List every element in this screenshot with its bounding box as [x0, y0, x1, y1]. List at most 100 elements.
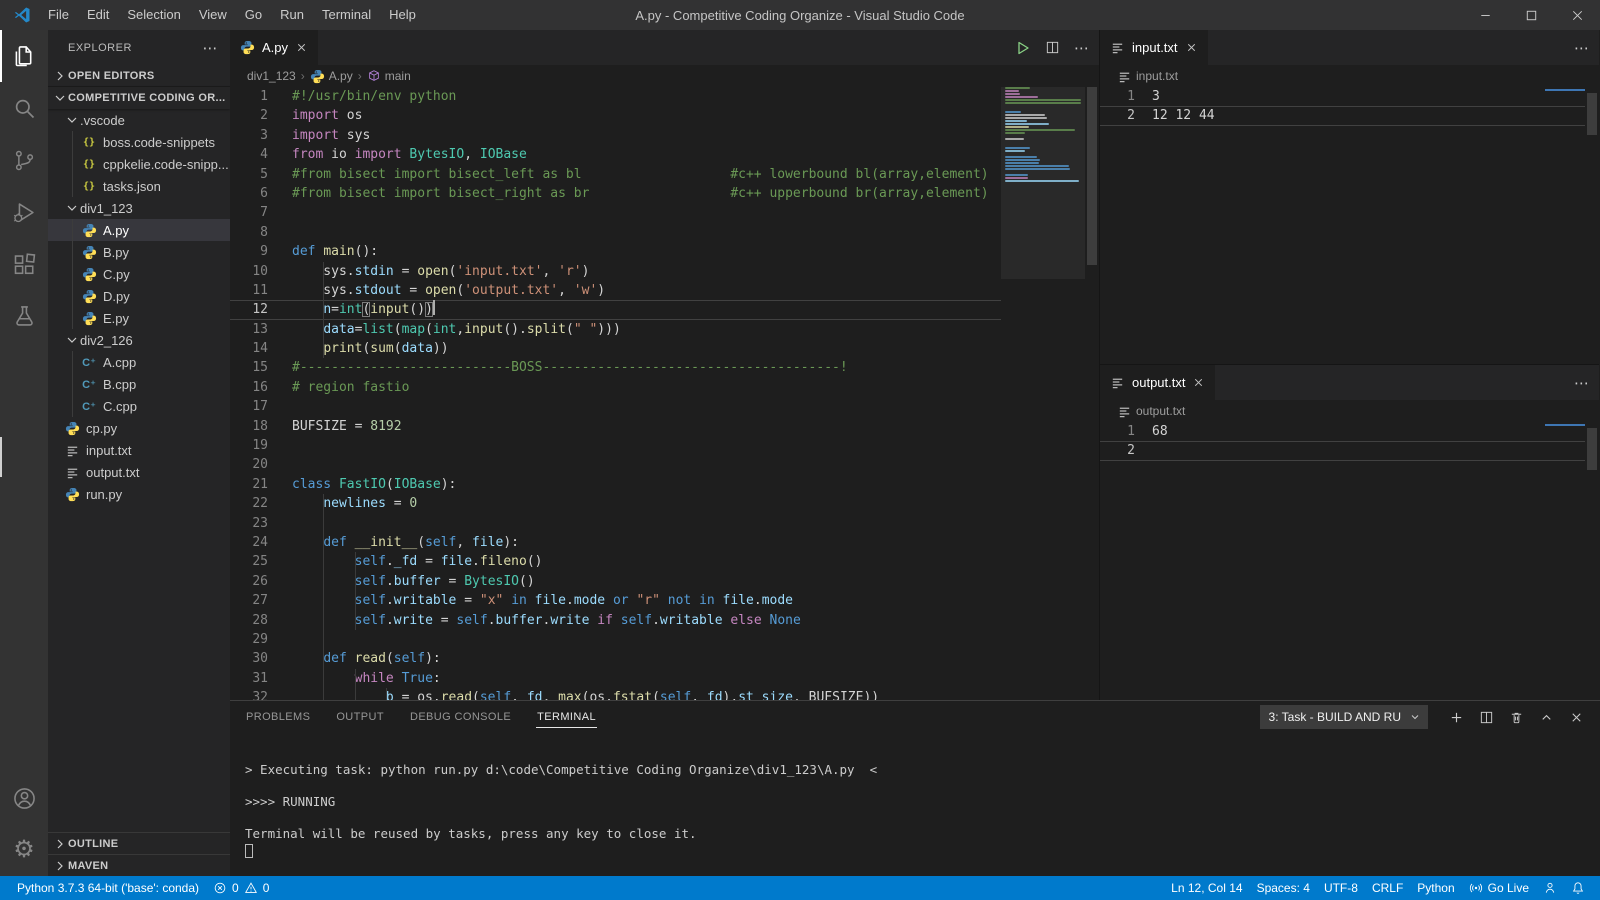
indentation-status[interactable]: Spaces: 4 — [1250, 876, 1317, 900]
code-line[interactable]: 10 sys.stdin = open('input.txt', 'r') — [230, 262, 1001, 281]
account-icon[interactable] — [0, 772, 48, 824]
tree-item-cppkelie-code-snipp-[interactable]: {}cppkelie.code-snipp... — [48, 153, 230, 175]
terminal-selector-dropdown[interactable]: 3: Task - BUILD AND RU — [1260, 705, 1428, 729]
code-line[interactable]: 20 — [230, 455, 1001, 474]
menu-help[interactable]: Help — [380, 0, 425, 30]
tree-item-e-py[interactable]: E.py — [48, 307, 230, 329]
maven-section[interactable]: MAVEN — [48, 854, 230, 876]
output-txt-editor[interactable]: 1682 — [1100, 422, 1599, 700]
eol-status[interactable]: CRLF — [1365, 876, 1410, 900]
outline-section[interactable]: OUTLINE — [48, 832, 230, 854]
panel-tab-terminal[interactable]: TERMINAL — [536, 705, 597, 728]
minimap[interactable] — [1001, 87, 1085, 700]
menu-file[interactable]: File — [39, 0, 78, 30]
code-line[interactable]: 7 — [230, 203, 1001, 222]
editor-scrollbar[interactable] — [1585, 87, 1599, 364]
code-line[interactable]: 2 — [1100, 441, 1585, 460]
live-share-status[interactable] — [1536, 876, 1564, 900]
code-line[interactable]: 12 n=int(input()) — [230, 300, 1001, 319]
scrollbar-thumb[interactable] — [1087, 87, 1097, 265]
extensions-icon[interactable] — [0, 238, 48, 290]
code-line[interactable]: 212 12 44 — [1100, 106, 1585, 125]
python-interpreter-status[interactable]: Python 3.7.3 64-bit ('base': conda) — [10, 876, 206, 900]
go-live-status[interactable]: Go Live — [1462, 876, 1536, 900]
editor-more-actions-icon[interactable]: ⋯ — [1574, 39, 1589, 57]
code-line[interactable]: 19 — [230, 436, 1001, 455]
editor-scrollbar[interactable] — [1085, 87, 1099, 700]
tree-folder-div1-123[interactable]: div1_123 — [48, 197, 230, 219]
tree-item-cp-py[interactable]: cp.py — [48, 417, 230, 439]
tree-item-b-py[interactable]: B.py — [48, 241, 230, 263]
code-line[interactable]: 21class FastIO(IOBase): — [230, 475, 1001, 494]
code-line[interactable]: 18BUFSIZE = 8192 — [230, 417, 1001, 436]
tree-item-c-py[interactable]: C.py — [48, 263, 230, 285]
split-terminal-icon[interactable] — [1479, 710, 1494, 725]
source-control-icon[interactable] — [0, 134, 48, 186]
code-editor[interactable]: 1#!/usr/bin/env python2import os3import … — [230, 87, 1099, 700]
code-line[interactable]: 3import sys — [230, 126, 1001, 145]
editor-more-actions-icon[interactable]: ⋯ — [1074, 39, 1089, 57]
code-line[interactable]: 11 sys.stdout = open('output.txt', 'w') — [230, 281, 1001, 300]
tree-item-run-py[interactable]: run.py — [48, 483, 230, 505]
tree-item-c-cpp[interactable]: C⁺C.cpp — [48, 395, 230, 417]
cursor-position-status[interactable]: Ln 12, Col 14 — [1164, 876, 1249, 900]
code-line[interactable]: 32 b = os.read(self._fd, max(os.fstat(se… — [230, 688, 1001, 700]
encoding-status[interactable]: UTF-8 — [1317, 876, 1365, 900]
code-line[interactable]: 6#from bisect import bisect_right as br … — [230, 184, 1001, 203]
tab-a-py[interactable]: A.py — [230, 30, 318, 65]
scrollbar-thumb[interactable] — [1587, 93, 1597, 135]
terminal-output[interactable]: > Executing task: python run.py d:\code\… — [230, 731, 1600, 862]
breadcrumb-item-main[interactable]: main — [367, 69, 411, 83]
input-txt-editor[interactable]: 13212 12 44 — [1100, 87, 1599, 364]
menu-selection[interactable]: Selection — [118, 0, 189, 30]
code-line[interactable]: 14 print(sum(data)) — [230, 339, 1001, 358]
code-line[interactable]: 15#---------------------------BOSS------… — [230, 358, 1001, 377]
close-tab-icon[interactable] — [1185, 41, 1198, 54]
code-line[interactable]: 29 — [230, 630, 1001, 649]
code-line[interactable]: 17 — [230, 397, 1001, 416]
code-line[interactable]: 1#!/usr/bin/env python — [230, 87, 1001, 106]
code-line[interactable]: 28 self.write = self.buffer.write if sel… — [230, 611, 1001, 630]
tree-item-input-txt[interactable]: input.txt — [48, 439, 230, 461]
tree-item-d-py[interactable]: D.py — [48, 285, 230, 307]
code-line[interactable]: 13 — [1100, 87, 1585, 106]
tab-output-txt[interactable]: output.txt — [1100, 365, 1215, 400]
settings-gear-icon[interactable]: ⚙ — [0, 824, 48, 876]
run-python-file-button[interactable] — [1015, 40, 1031, 56]
menu-terminal[interactable]: Terminal — [313, 0, 380, 30]
code-line[interactable]: 30 def read(self): — [230, 649, 1001, 668]
code-line[interactable]: 31 while True: — [230, 669, 1001, 688]
code-line[interactable]: 24 def __init__(self, file): — [230, 533, 1001, 552]
tab-input-txt[interactable]: input.txt — [1100, 30, 1208, 65]
breadcrumb-item-div1-123[interactable]: div1_123 — [247, 69, 296, 83]
breadcrumb-item-a-py[interactable]: A.py — [310, 69, 353, 84]
maximize-panel-icon[interactable] — [1539, 710, 1554, 725]
notifications-status[interactable] — [1564, 876, 1592, 900]
menu-view[interactable]: View — [190, 0, 236, 30]
menu-go[interactable]: Go — [236, 0, 271, 30]
code-line[interactable]: 8 — [230, 223, 1001, 242]
scrollbar-thumb[interactable] — [1587, 428, 1597, 470]
editor-more-actions-icon[interactable]: ⋯ — [1574, 374, 1589, 392]
close-tab-icon[interactable] — [295, 41, 308, 54]
editor-scrollbar[interactable] — [1585, 422, 1599, 700]
search-icon[interactable] — [0, 82, 48, 134]
code-line[interactable]: 16# region fastio — [230, 378, 1001, 397]
tree-folder-div2-126[interactable]: div2_126 — [48, 329, 230, 351]
code-line[interactable]: 2import os — [230, 106, 1001, 125]
code-line[interactable]: 27 self.writable = "x" in file.mode or "… — [230, 591, 1001, 610]
tree-item-tasks-json[interactable]: {}tasks.json — [48, 175, 230, 197]
panel-tab-output[interactable]: OUTPUT — [335, 705, 385, 727]
code-line[interactable]: 9def main(): — [230, 242, 1001, 261]
split-editor-icon[interactable] — [1045, 40, 1060, 55]
tree-item-boss-code-snippets[interactable]: {}boss.code-snippets — [48, 131, 230, 153]
problems-status[interactable]: 0 0 — [206, 876, 276, 900]
code-line[interactable]: 26 self.buffer = BytesIO() — [230, 572, 1001, 591]
explorer-more-actions-icon[interactable]: ⋯ — [203, 39, 219, 57]
code-line[interactable]: 23 — [230, 514, 1001, 533]
minimize-button[interactable] — [1462, 0, 1508, 30]
new-terminal-icon[interactable] — [1449, 710, 1464, 725]
menu-run[interactable]: Run — [271, 0, 313, 30]
breadcrumb[interactable]: input.txt — [1100, 65, 1599, 87]
code-line[interactable]: 5#from bisect import bisect_left as bl #… — [230, 165, 1001, 184]
